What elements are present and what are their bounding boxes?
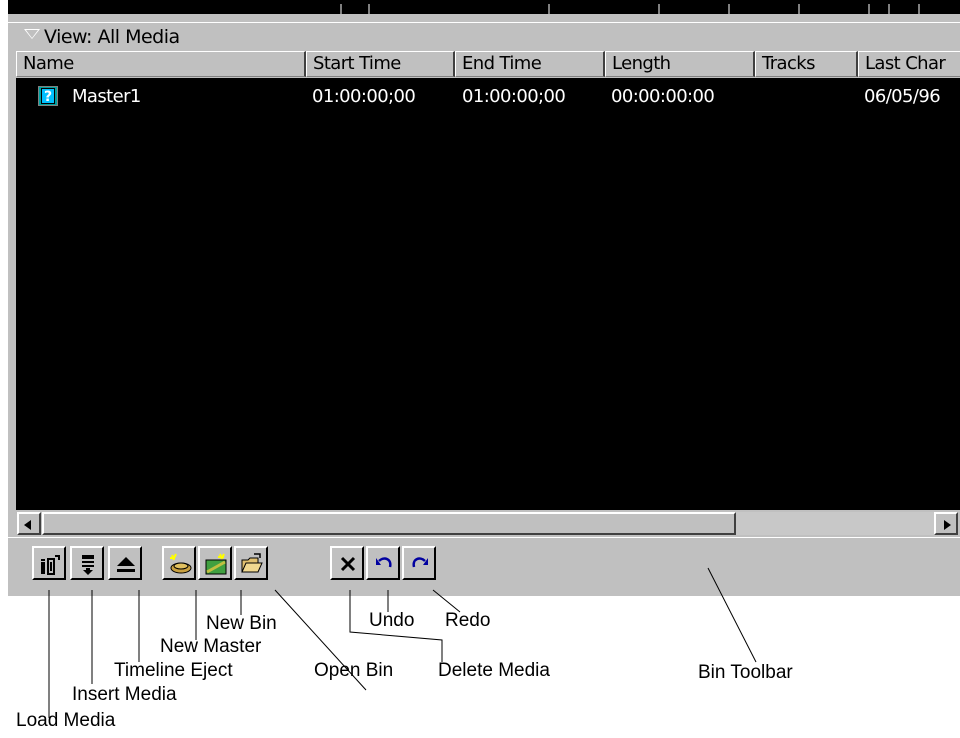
callout-redo: Redo bbox=[445, 610, 491, 631]
callout-new-bin: New Bin bbox=[206, 613, 277, 634]
callout-load-media: Load Media bbox=[16, 710, 116, 731]
callout-open-bin: Open Bin bbox=[314, 660, 394, 681]
callout-undo: Undo bbox=[369, 610, 415, 631]
callout-insert-media: Insert Media bbox=[72, 684, 177, 705]
callout-delete-media: Delete Media bbox=[438, 660, 550, 681]
callout-timeline-eject: Timeline Eject bbox=[114, 660, 233, 681]
callout-new-master: New Master bbox=[160, 636, 262, 657]
callout-bin-toolbar: Bin Toolbar bbox=[698, 662, 793, 683]
